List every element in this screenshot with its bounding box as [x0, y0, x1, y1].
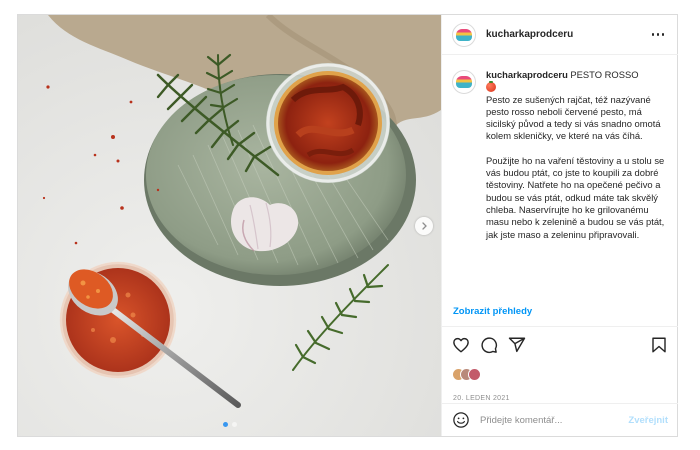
liker-avatar — [468, 367, 481, 381]
avatar[interactable] — [452, 22, 476, 47]
caption-paragraph-2: Použijte ho na vaření těstoviny a u stol… — [486, 154, 665, 240]
publish-button[interactable]: Zveřejnit — [628, 415, 668, 426]
caption-area: kucharkaprodceru PESTO ROSSO Pesto ze su… — [442, 55, 678, 282]
instagram-post: kucharkaprodceru kucharkaprodceru PESTO … — [17, 14, 678, 437]
share-icon[interactable] — [508, 336, 526, 354]
carousel-dot — [231, 422, 237, 427]
liked-by-avatars[interactable] — [442, 362, 678, 386]
bookmark-icon[interactable] — [650, 336, 668, 354]
caption-avatar[interactable] — [452, 70, 476, 94]
action-bar — [442, 327, 678, 362]
comment-bar: Zveřejnit — [442, 403, 678, 436]
see-insights-link[interactable]: Zobrazit přehledy — [442, 296, 678, 327]
emoji-icon[interactable] — [452, 411, 470, 429]
post-photo[interactable] — [18, 15, 441, 436]
carousel-dot-active — [222, 422, 228, 427]
post-username[interactable]: kucharkaprodceru — [486, 29, 648, 40]
caption-title: PESTO ROSSO — [570, 69, 639, 80]
comment-input[interactable] — [480, 414, 629, 426]
more-icon[interactable] — [648, 28, 668, 42]
caption-username[interactable]: kucharkaprodceru — [486, 69, 568, 80]
caption-text: kucharkaprodceru PESTO ROSSO Pesto ze su… — [486, 69, 668, 282]
carousel-next-button[interactable] — [415, 217, 433, 235]
comment-icon[interactable] — [480, 336, 498, 354]
tomato-emoji-icon — [486, 81, 496, 93]
caption-paragraph-1: Pesto ze sušených rajčat, též nazývané p… — [486, 93, 661, 142]
heart-icon[interactable] — [452, 336, 470, 354]
food-photo-image — [18, 15, 441, 436]
post-header: kucharkaprodceru — [442, 15, 678, 55]
chevron-right-icon — [422, 222, 427, 230]
post-side-panel: kucharkaprodceru kucharkaprodceru PESTO … — [441, 15, 678, 436]
carousel-indicator — [18, 422, 441, 427]
